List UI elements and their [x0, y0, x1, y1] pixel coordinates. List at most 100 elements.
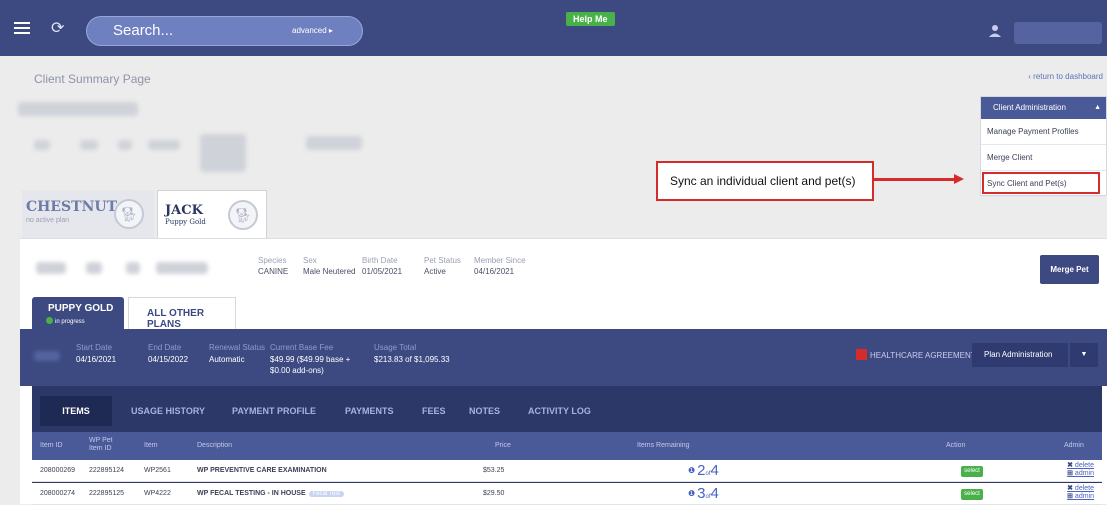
end-date-field: End Date 04/15/2022: [148, 343, 189, 364]
admin-link[interactable]: admin: [1075, 470, 1094, 477]
plan-administration-button[interactable]: Plan Administration: [972, 343, 1068, 367]
delete-icon[interactable]: ✖: [1067, 462, 1073, 469]
annotation-arrowhead: [954, 174, 964, 184]
member-since-field: Member Since 04/16/2021: [474, 256, 526, 276]
annotation-callout: Sync an individual client and pet(s): [656, 161, 874, 201]
help-me-button[interactable]: Help Me: [566, 12, 615, 26]
info-icon[interactable]: ❶: [688, 466, 695, 475]
species-field: Species CANINE: [258, 256, 289, 276]
tab-all-other-plans[interactable]: ALL OTHER PLANS: [128, 297, 236, 330]
pet-id-redacted: [126, 262, 140, 274]
start-date-field: Start Date 04/16/2021: [76, 343, 117, 364]
pet-id-redacted: [36, 262, 66, 274]
column-item-id: Item ID: [40, 442, 63, 449]
pdf-icon: [856, 349, 867, 360]
plan-id-redacted: [34, 351, 60, 361]
admin-icon[interactable]: ⊞: [1067, 493, 1073, 500]
birth-date-field: Birth Date 01/05/2021: [362, 256, 403, 276]
manage-payment-profiles-item[interactable]: Manage Payment Profiles: [981, 119, 1106, 145]
item-code-cell: WP4222: [144, 490, 171, 497]
client-name-redacted: [18, 102, 138, 116]
tab-notes[interactable]: NOTES: [469, 406, 500, 416]
collapse-caret-icon[interactable]: ▲: [1094, 97, 1101, 119]
delete-link[interactable]: delete: [1075, 462, 1094, 469]
tab-fees[interactable]: FEES: [422, 406, 446, 416]
delete-link[interactable]: delete: [1075, 485, 1094, 492]
select-button[interactable]: select: [961, 466, 983, 477]
item-code-cell: WP2561: [144, 467, 171, 474]
pet-status-field: Pet Status Active: [424, 256, 461, 276]
tab-items[interactable]: ITEMS: [40, 396, 112, 426]
current-base-fee-field: Current Base Fee $49.99 ($49.99 base + $0…: [270, 343, 351, 375]
pet-name: CHESTNUT: [26, 199, 117, 215]
tab-usage-history[interactable]: USAGE HISTORY: [131, 406, 205, 416]
top-navigation-bar: ⟳ Search... advanced ▸ Help Me: [0, 0, 1107, 56]
client-detail-redacted: [80, 140, 98, 150]
client-detail-redacted: [118, 140, 132, 150]
column-admin: Admin: [1064, 442, 1084, 449]
dog-icon: 🐕︎: [114, 199, 144, 229]
pet-id-redacted: [156, 262, 208, 274]
column-action: Action: [946, 442, 966, 449]
column-wp-pet-item-id: WP Pet Item ID: [89, 437, 113, 452]
client-detail-redacted: [148, 140, 180, 150]
items-remaining-cell: ❶ 2of4: [688, 462, 719, 479]
page-title: Client Summary Page: [34, 72, 151, 86]
admin-links: ✖ delete ⊞ admin: [1067, 485, 1094, 501]
admin-link[interactable]: admin: [1075, 493, 1094, 500]
client-address-redacted: [200, 134, 246, 172]
pet-plan-status: no active plan: [26, 217, 70, 224]
table-row: 208000269 222895124 WP2561 WP PREVENTIVE…: [32, 460, 1102, 482]
tab-payments[interactable]: PAYMENTS: [345, 406, 394, 416]
usage-total-field: Usage Total $213.83 of $1,095.33: [374, 343, 450, 364]
wp-pet-item-id-cell: 222895125: [89, 490, 125, 497]
search-input[interactable]: Search...: [113, 22, 173, 39]
client-detail-redacted: [34, 140, 50, 150]
sex-field: Sex Male Neutered: [303, 256, 356, 276]
column-description: Description: [197, 442, 233, 449]
pet-tab-jack[interactable]: JACK Puppy Gold 🐕︎: [157, 190, 267, 238]
merge-pet-button[interactable]: Merge Pet: [1040, 255, 1099, 284]
client-administration-header[interactable]: Client Administration ▲: [981, 97, 1106, 119]
column-item: Item: [144, 442, 158, 449]
status-dot-icon: [46, 317, 53, 324]
description-cell: WP FECAL TESTING - IN HOUSE Fecal Test: [197, 490, 344, 497]
pet-id-redacted: [86, 262, 102, 274]
items-table-header: Item ID WP Pet Item ID Item Description P…: [32, 432, 1102, 460]
dog-icon: 🐕︎: [228, 200, 258, 230]
return-to-dashboard-link[interactable]: ‹ return to dashboard: [1028, 72, 1103, 81]
renewal-status-field: Renewal Status Automatic: [209, 343, 266, 364]
pet-plan-name: Puppy Gold: [165, 218, 206, 226]
refresh-icon[interactable]: ⟳: [51, 21, 64, 37]
price-cell: $53.25: [483, 467, 505, 474]
fecal-test-tag: Fecal Test: [308, 491, 344, 497]
admin-links: ✖ delete ⊞ admin: [1067, 462, 1094, 478]
pet-tab-chestnut[interactable]: CHESTNUT no active plan 🐕︎: [22, 190, 154, 238]
annotation-arrow: [874, 178, 956, 181]
tab-puppy-gold[interactable]: PUPPY GOLD in progress: [32, 297, 124, 329]
user-name-redacted[interactable]: [1014, 22, 1102, 44]
delete-icon[interactable]: ✖: [1067, 485, 1073, 492]
menu-icon[interactable]: [14, 22, 30, 35]
description-cell: WP PREVENTIVE CARE EXAMINATION: [197, 467, 327, 474]
highlight-box: [982, 172, 1100, 194]
merge-client-item[interactable]: Merge Client: [981, 145, 1106, 171]
pet-name: JACK: [165, 203, 203, 218]
table-row: 208000274 222895125 WP4222 WP FECAL TEST…: [32, 483, 1102, 505]
user-icon[interactable]: [988, 24, 1002, 38]
column-price: Price: [495, 442, 511, 449]
price-cell: $29.50: [483, 490, 505, 497]
select-button[interactable]: select: [961, 489, 983, 500]
wp-pet-item-id-cell: 222895124: [89, 467, 125, 474]
tab-activity-log[interactable]: ACTIVITY LOG: [528, 406, 591, 416]
item-id-cell: 208000269: [40, 467, 76, 474]
advanced-search-link[interactable]: advanced ▸: [292, 26, 333, 35]
healthcare-agreement-link[interactable]: HEALTHCARE AGREEMENT: [856, 349, 976, 360]
items-remaining-cell: ❶ 3of4: [688, 485, 719, 502]
search-bar[interactable]: Search... advanced ▸: [86, 16, 363, 46]
column-items-remaining: Items Remaining: [637, 442, 690, 449]
plan-administration-caret-icon[interactable]: ▼: [1070, 343, 1098, 367]
info-icon[interactable]: ❶: [688, 489, 695, 498]
admin-icon[interactable]: ⊞: [1067, 470, 1073, 477]
tab-payment-profile[interactable]: PAYMENT PROFILE: [232, 406, 316, 416]
